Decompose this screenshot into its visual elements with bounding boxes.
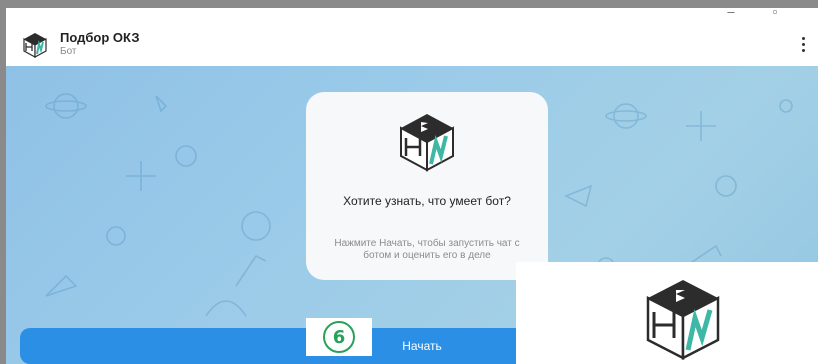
bot-intro-card: Хотите узнать, что умеет бот? Нажмите На… — [306, 92, 548, 280]
step-number-badge: 6 — [306, 318, 372, 356]
intro-title: Хотите узнать, что умеет бот? — [343, 194, 511, 208]
chat-header: – ▫ Подбор ОКЗ Бот — [6, 8, 818, 66]
chat-status: Бот — [60, 46, 77, 57]
maximize-button[interactable]: ▫ — [768, 8, 782, 19]
start-button[interactable]: Начать — [20, 328, 540, 364]
minimize-button[interactable]: – — [724, 8, 738, 19]
avatar[interactable] — [20, 30, 50, 60]
chat-title[interactable]: Подбор ОКЗ — [60, 30, 140, 45]
more-vertical-icon[interactable] — [798, 32, 808, 56]
window-controls: – ▫ — [724, 8, 782, 19]
logo-overlay-panel — [516, 262, 818, 364]
cube-logo-icon — [20, 30, 50, 60]
cube-logo-icon — [400, 114, 454, 172]
cube-logo-icon — [646, 280, 720, 361]
step-number: 6 — [323, 321, 355, 353]
intro-description: Нажмите Начать, чтобы запустить чат с бо… — [334, 238, 520, 261]
